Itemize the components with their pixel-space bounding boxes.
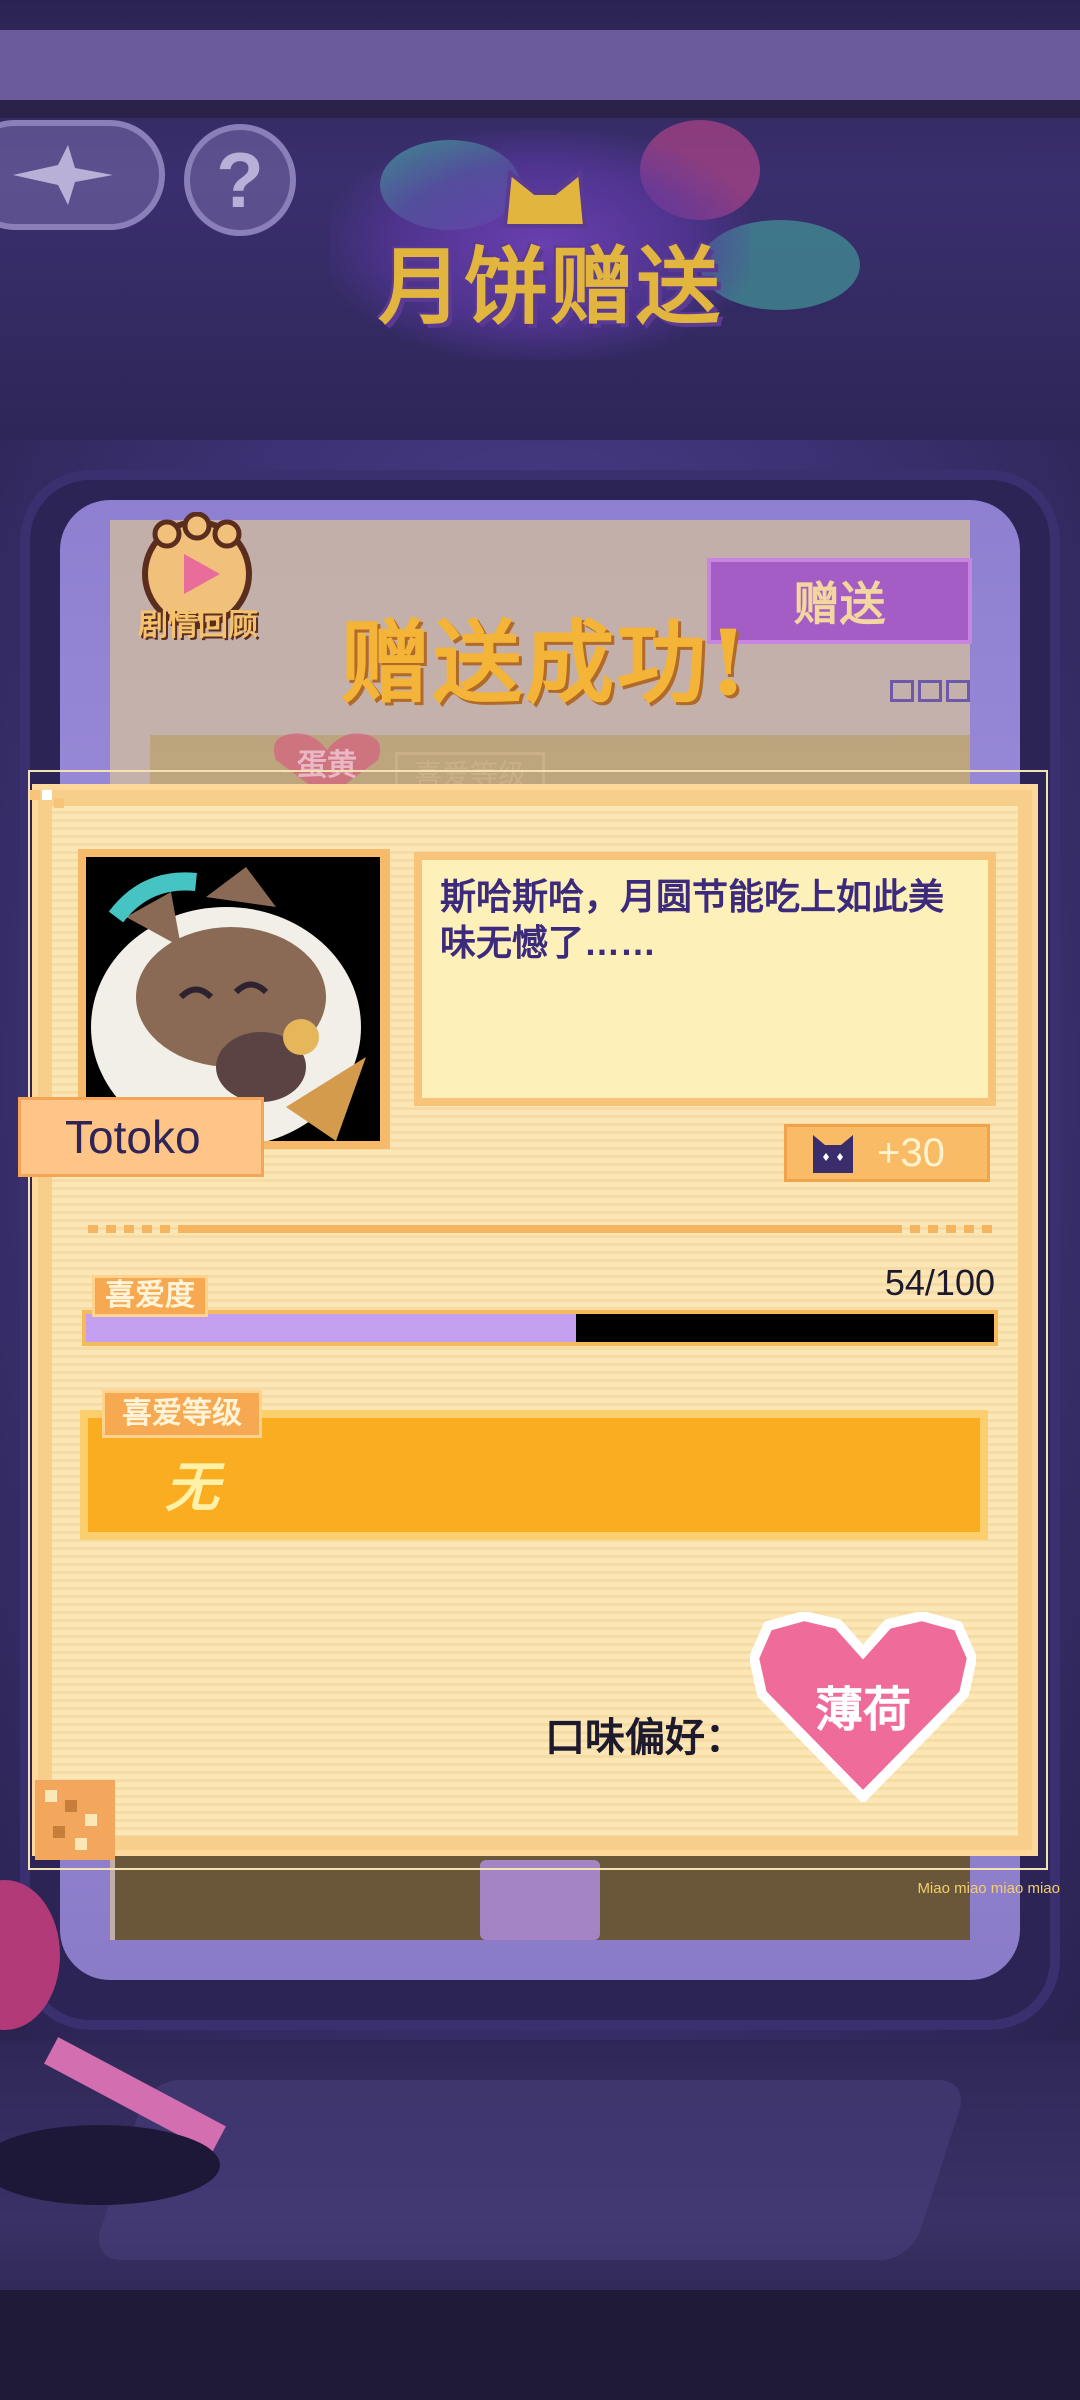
- help-button[interactable]: ?: [184, 124, 296, 236]
- dialog-box: 斯哈斯哈，月圆节能吃上如此美味无憾了……: [414, 852, 996, 1106]
- miao-text: Miao miao miao miao: [917, 1880, 1060, 1897]
- reward-badge: +30: [784, 1124, 990, 1182]
- close-icon: [946, 680, 970, 702]
- character-name-tag: Totoko: [18, 1097, 264, 1177]
- affection-level-label: 喜爱等级: [102, 1390, 262, 1438]
- flavor-preference-value: 薄荷: [814, 1684, 911, 1737]
- pixel-decoration: [30, 790, 64, 808]
- affection-level-value: 无: [165, 1455, 219, 1519]
- success-title: 赠送成功!: [340, 610, 750, 716]
- top-strip: [0, 30, 1080, 100]
- affection-label: 喜爱度: [92, 1275, 208, 1317]
- pixel-decoration: [35, 1780, 115, 1860]
- story-review-label: 剧情回顾: [138, 609, 258, 642]
- sparkle-arrow-icon: [12, 145, 113, 205]
- minimize-icon: [890, 680, 914, 702]
- maximize-icon: [918, 680, 942, 702]
- bottom-bar: [0, 2290, 1080, 2400]
- section-divider: [88, 1224, 992, 1234]
- help-icon: ?: [216, 135, 264, 224]
- cat-face-icon: [813, 1135, 853, 1173]
- event-title: 月饼赠送: [377, 237, 722, 336]
- top-strip-shadow: [0, 100, 1080, 118]
- cat-ears-icon: [502, 169, 588, 228]
- cat-tab-button[interactable]: [480, 1860, 600, 1940]
- reward-value: +30: [877, 1130, 945, 1175]
- affection-progress-fill: [86, 1314, 576, 1342]
- window-controls: [890, 680, 974, 704]
- back-button[interactable]: [0, 120, 165, 230]
- affection-value: 54/100: [884, 1262, 995, 1303]
- floor-shape: [90, 2080, 970, 2260]
- flavor-preference-label: 口味偏好：: [545, 1716, 745, 1760]
